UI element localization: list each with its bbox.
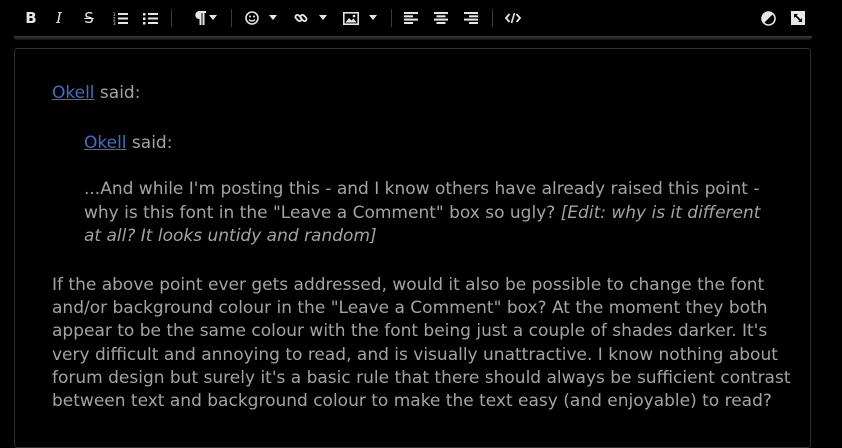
quote-author-line: Okell said: bbox=[52, 82, 140, 104]
inner-quote-text: ...And while I'm posting this - and I kn… bbox=[84, 178, 764, 249]
quote-body-text: If the above point ever gets addressed, … bbox=[52, 275, 791, 412]
source-code-icon[interactable] bbox=[503, 6, 523, 30]
chevron-down-icon[interactable] bbox=[369, 15, 377, 20]
quote-author-link[interactable]: Okell bbox=[52, 83, 95, 103]
editor-toolbar: B I S 123 bbox=[0, 0, 842, 36]
inner-quote-said-label: said: bbox=[126, 133, 173, 153]
strikethrough-icon[interactable]: S bbox=[80, 6, 98, 30]
link-icon[interactable] bbox=[292, 6, 310, 30]
emoji-icon[interactable] bbox=[243, 6, 261, 30]
fullscreen-icon[interactable] bbox=[789, 6, 807, 30]
chevron-down-icon[interactable] bbox=[209, 15, 217, 20]
chevron-down-icon[interactable] bbox=[319, 15, 327, 20]
quote-said-label: said: bbox=[94, 83, 141, 103]
chevron-down-icon[interactable] bbox=[269, 15, 277, 20]
ordered-list-icon[interactable]: 123 bbox=[110, 6, 130, 30]
align-right-icon[interactable] bbox=[462, 6, 480, 30]
bold-icon[interactable]: B bbox=[22, 6, 40, 30]
contrast-icon[interactable] bbox=[759, 6, 777, 30]
inner-quote-author-line: Okell said: bbox=[84, 132, 172, 154]
align-center-icon[interactable] bbox=[432, 6, 450, 30]
toolbar-separator bbox=[492, 9, 493, 27]
unordered-list-icon[interactable] bbox=[140, 6, 160, 30]
toolbar-separator bbox=[171, 9, 172, 27]
align-left-icon[interactable] bbox=[402, 6, 420, 30]
svg-text:3: 3 bbox=[113, 21, 116, 25]
toolbar-separator bbox=[391, 9, 392, 27]
toolbar-separator bbox=[231, 9, 232, 27]
italic-icon[interactable]: I bbox=[51, 6, 67, 30]
inner-quote-author-link[interactable]: Okell bbox=[84, 133, 127, 153]
image-icon[interactable] bbox=[341, 6, 361, 30]
toolbar-shadow bbox=[14, 36, 812, 40]
